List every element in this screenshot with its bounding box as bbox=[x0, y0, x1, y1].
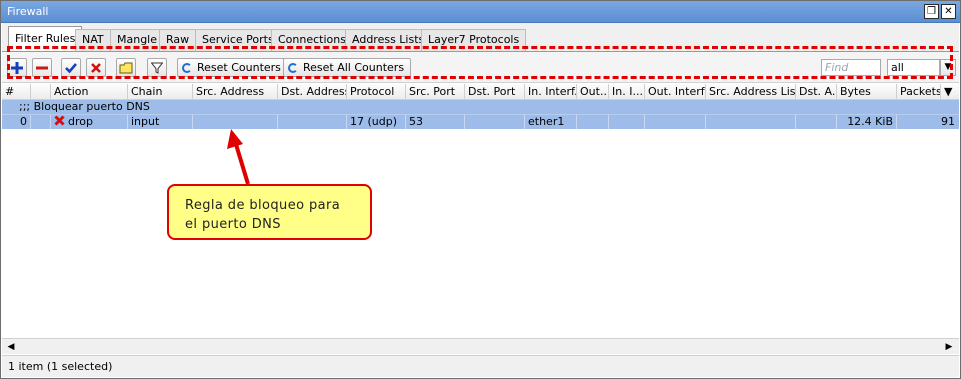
col-header-src-address[interactable]: Src. Address bbox=[193, 84, 278, 100]
col-header-src-address-list[interactable]: Src. Address List bbox=[706, 84, 796, 100]
rule-src-port: 53 bbox=[406, 115, 465, 129]
rule-out bbox=[577, 115, 609, 129]
window-title: Firewall bbox=[7, 5, 49, 18]
col-header-bytes[interactable]: Bytes bbox=[837, 84, 897, 100]
rule-out-interface bbox=[645, 115, 706, 129]
status-bar: 1 item (1 selected) bbox=[2, 355, 959, 377]
rule-chain: input bbox=[128, 115, 193, 129]
chevron-down-icon: ▼ bbox=[944, 85, 953, 98]
rule-in-i bbox=[609, 115, 645, 129]
rule-comment-row[interactable]: ;;; Bloquear puerto DNS bbox=[2, 100, 959, 114]
col-header-flags[interactable] bbox=[31, 84, 51, 100]
scroll-left-icon[interactable]: ◀ bbox=[4, 341, 18, 353]
rule-packets: 91 bbox=[941, 115, 955, 128]
col-header-dst-address[interactable]: Dst. Address bbox=[278, 84, 347, 100]
rule-protocol: 17 (udp) bbox=[347, 115, 406, 129]
rule-action-label: drop bbox=[68, 115, 93, 128]
col-header-chain[interactable]: Chain bbox=[128, 84, 193, 100]
col-header-dst-port[interactable]: Dst. Port bbox=[465, 84, 525, 100]
rule-bytes: 12.4 KiB bbox=[837, 115, 897, 129]
restore-window-button[interactable]: ❐ bbox=[924, 4, 939, 19]
rule-in-interface: ether1 bbox=[525, 115, 577, 129]
rules-table: # Action Chain Src. Address Dst. Address… bbox=[2, 82, 959, 347]
arrow-annotation-icon bbox=[227, 129, 250, 185]
table-row[interactable]: 0 drop input 17 (udp) 53 ether1 12.4 KiB… bbox=[2, 114, 959, 129]
col-header-src-port[interactable]: Src. Port bbox=[406, 84, 465, 100]
rule-dst-port bbox=[465, 115, 525, 129]
col-header-in-i[interactable]: In. I... bbox=[609, 84, 645, 100]
scroll-right-icon[interactable]: ▶ bbox=[942, 341, 956, 353]
rule-number: 0 bbox=[2, 115, 31, 129]
col-header-action[interactable]: Action bbox=[51, 84, 128, 100]
title-bar[interactable]: Firewall ❐ ✕ bbox=[1, 1, 960, 23]
col-header-out-interface[interactable]: Out. Interf... bbox=[645, 84, 706, 100]
tab-content: Reset Counters Reset All Counters Find a… bbox=[2, 51, 959, 378]
rule-dst-a bbox=[796, 115, 837, 129]
close-window-button[interactable]: ✕ bbox=[941, 4, 956, 19]
columns-menu-button[interactable]: ▼ bbox=[941, 84, 959, 100]
table-header: # Action Chain Src. Address Dst. Address… bbox=[2, 84, 959, 100]
callout-line-1: Regla de bloqueo para bbox=[185, 198, 341, 213]
col-header-out[interactable]: Out... bbox=[577, 84, 609, 100]
col-header-dst-a[interactable]: Dst. A... bbox=[796, 84, 837, 100]
rule-dst-address bbox=[278, 115, 347, 129]
rule-comment-text: ;;; Bloquear puerto DNS bbox=[19, 100, 150, 113]
drop-icon bbox=[54, 115, 65, 126]
col-header-in-interface[interactable]: In. Interf... bbox=[525, 84, 577, 100]
rule-action: drop bbox=[51, 115, 128, 129]
callout-note: Regla de bloqueo para el puerto DNS bbox=[167, 184, 372, 240]
horizontal-scrollbar[interactable]: ◀ ▶ bbox=[2, 338, 959, 354]
callout-line-2: el puerto DNS bbox=[185, 217, 281, 232]
firewall-window: Firewall ❐ ✕ Filter Rules NAT Mangle Raw… bbox=[0, 0, 961, 379]
col-header-packets[interactable]: Packets bbox=[897, 84, 941, 100]
rule-src-address-list bbox=[706, 115, 796, 129]
col-header-protocol[interactable]: Protocol bbox=[347, 84, 406, 100]
col-header-number[interactable]: # bbox=[2, 84, 31, 100]
rule-flags bbox=[31, 115, 51, 129]
status-text: 1 item (1 selected) bbox=[8, 360, 113, 373]
highlight-dashed-box bbox=[7, 46, 953, 79]
